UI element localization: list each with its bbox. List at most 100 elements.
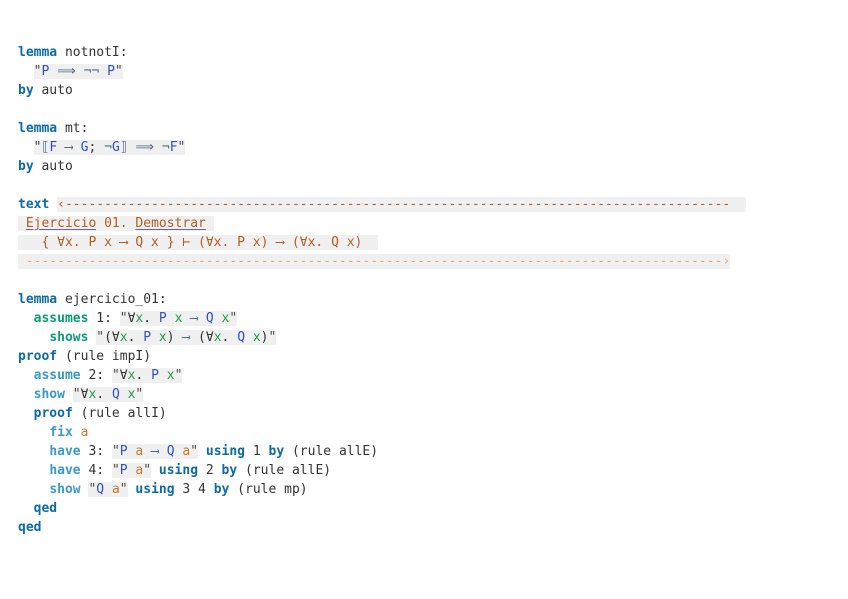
line-text-title: Ejercicio 01. Demostrar: [18, 214, 844, 233]
line-text-close: ----------------------------------------…: [18, 252, 844, 271]
tok-plain: [198, 311, 206, 326]
tok-plain: (rule allE): [237, 463, 332, 478]
line-shows: shows "(∀x. P x) ⟶ (∀x. Q x)": [18, 328, 844, 347]
tok-free: Q: [237, 330, 246, 345]
line-qed-outer: qed: [18, 518, 844, 537]
tok-cart: Demostrar: [135, 216, 206, 231]
tok-plain: [18, 330, 49, 345]
tok-quote: ": [111, 463, 120, 478]
tok-plain: [143, 444, 152, 459]
tok-kw1: using: [135, 482, 175, 497]
tok-quote: ": [72, 387, 81, 402]
tok-plain: mt:: [57, 121, 89, 136]
tok-plain: [151, 330, 159, 345]
tok-quote: ": [268, 330, 277, 345]
tok-plain: [99, 64, 108, 79]
tok-kw1: using: [205, 444, 246, 459]
tok-quote: ": [143, 463, 152, 478]
tok-kw1: using: [158, 463, 199, 478]
tok-kw2: show: [49, 482, 81, 497]
tok-op: ⟹: [57, 64, 76, 79]
tok-kw1: by: [268, 444, 285, 459]
tok-quote: ": [111, 444, 120, 459]
tok-op: ⟹: [135, 140, 155, 155]
tok-plain: [72, 140, 81, 155]
tok-kw1: lemma: [18, 292, 58, 307]
tok-plain: [18, 387, 34, 402]
tok-cart: ‹: [57, 197, 65, 212]
tok-quote: ": [190, 444, 199, 459]
tok-skolem: a: [80, 425, 89, 440]
tok-free: P: [119, 444, 128, 459]
tok-plain: [198, 444, 206, 459]
tok-plain: [18, 501, 34, 516]
tok-plain: [18, 463, 49, 478]
line-have-4: have 4: "P a" using 2 by (rule allE): [18, 461, 844, 480]
tok-free: P: [143, 330, 152, 345]
tok-free: Q: [111, 387, 120, 402]
tok-plain: (rule allI): [72, 406, 167, 421]
tok-plain: [18, 64, 34, 79]
tok-plain: .: [127, 330, 144, 345]
tok-op: ⟧: [119, 140, 128, 155]
tok-plain: [166, 311, 175, 326]
tok-plain: 2:: [80, 368, 112, 383]
tok-cartdim: ›: [722, 254, 731, 269]
tok-plain: [18, 311, 34, 326]
tok-plain: [18, 368, 34, 383]
tok-free: P: [119, 463, 128, 478]
tok-op: ⟶: [64, 140, 73, 155]
line-have-3: have 3: "P a ⟶ Q a" using 1 by (rule all…: [18, 442, 844, 461]
tok-plain: [158, 444, 167, 459]
tok-cart: { ∀x. P x ⟶ Q x } ⊢ (∀x. P x) ⟶ (∀x. Q x…: [18, 235, 379, 250]
tok-plain: [158, 368, 167, 383]
tok-quote: ": [119, 311, 128, 326]
tok-kw3: shows: [49, 330, 89, 345]
line-text-formula: { ∀x. P x ⟶ Q x } ⊢ (∀x. P x) ⟶ (∀x. Q x…: [18, 233, 844, 252]
tok-kw1: by: [221, 463, 238, 478]
tok-quote: ": [135, 387, 144, 402]
line-blank: [18, 271, 844, 290]
tok-cart: 01.: [96, 216, 136, 231]
tok-plain: (∀: [190, 330, 214, 345]
tok-kw1: lemma: [18, 121, 58, 136]
tok-kw2: have: [49, 444, 81, 459]
tok-plain: [104, 482, 112, 497]
tok-kw2: show: [33, 387, 65, 402]
tok-plain: auto: [33, 159, 73, 174]
tok-kw1: by: [18, 159, 34, 174]
tok-plain: [205, 216, 214, 231]
tok-cart: Ejercicio: [25, 216, 97, 231]
tok-plain: (rule impI): [57, 349, 152, 364]
tok-plain: [151, 463, 159, 478]
tok-plain: [49, 197, 57, 212]
tok-plain: [18, 140, 34, 155]
tok-plain: [18, 406, 34, 421]
tok-plain: .: [143, 311, 159, 326]
tok-free: F: [49, 140, 58, 155]
line-notnotI-by-auto: by auto: [18, 81, 844, 100]
code-editor[interactable]: lemma notnotI: "P ⟹ ¬¬ P" by auto lemma mt…: [0, 0, 848, 599]
tok-quote: ": [229, 311, 238, 326]
line-proof-allI: proof (rule allI): [18, 404, 844, 423]
tok-quote: ": [111, 368, 120, 383]
tok-free: P: [107, 64, 115, 79]
tok-bound: x: [158, 330, 167, 345]
tok-kw1: text: [18, 197, 50, 212]
tok-plain: [65, 387, 73, 402]
line-fix-a: fix a: [18, 423, 844, 442]
line-qed-inner: qed: [18, 499, 844, 518]
tok-plain: [119, 387, 128, 402]
tok-plain: 4:: [80, 463, 112, 478]
line-mt-by-auto: by auto: [18, 157, 844, 176]
line-show-Q-a: show "Q a" using 3 4 by (rule mp): [18, 480, 844, 499]
tok-free: Q: [96, 482, 105, 497]
tok-plain: ;: [88, 140, 105, 155]
tok-kw1: proof: [18, 349, 58, 364]
tok-plain: .: [221, 330, 238, 345]
tok-plain: [213, 311, 222, 326]
tok-kw3: assumes: [33, 311, 89, 326]
tok-free: F: [169, 140, 178, 155]
tok-cartdim: ----------------------------------------…: [25, 254, 723, 269]
tok-plain: notnotI:: [57, 45, 128, 60]
